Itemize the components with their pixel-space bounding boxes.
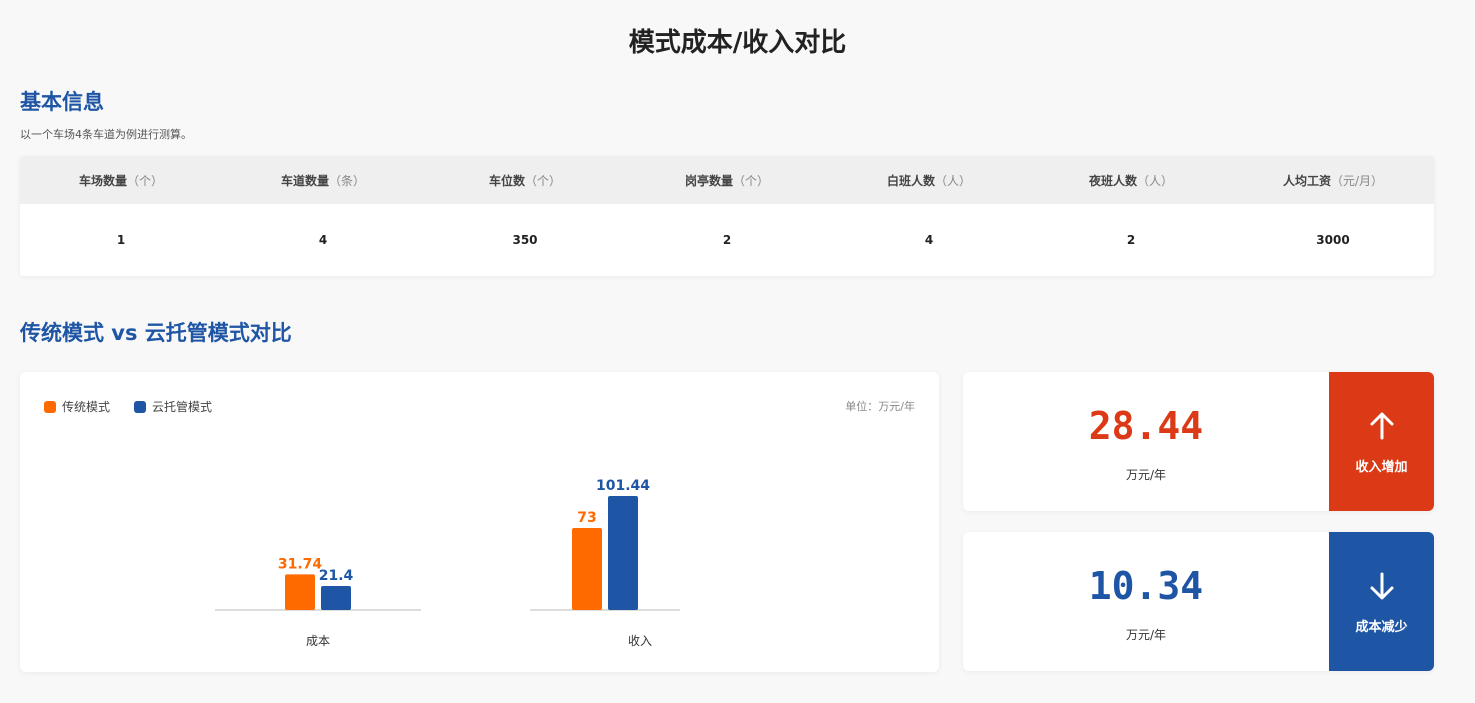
legend-swatch	[134, 400, 147, 413]
category-tick-label: 成本	[306, 634, 330, 648]
basic-info-title: 基本信息	[20, 90, 104, 114]
basic-info-table: 车场数量 （个） 车道数量 （条） 车位数 （个） 岗亭数量 （个） 白班人数 （人） 夜班人数 （人…	[20, 156, 1434, 276]
comparison-bar-chart: 31.7421.4 成本 73101.44 收入	[215, 478, 680, 648]
revenue-increase-value: 28.44	[1088, 404, 1204, 448]
chart-unit-label: 单位：万元/年	[845, 400, 915, 413]
legend-item: 云托管模式	[134, 398, 212, 415]
revenue-increase-label: 收入增加	[1355, 460, 1408, 475]
comparison-chart-card: 31.74 21.4 成本 73 101.44 收入 传统模式 云托管模式 单位：万元/年	[20, 372, 939, 672]
table-header-cell: 白班人数 （人）	[828, 156, 1030, 204]
header-name: 车道数量	[280, 173, 329, 188]
table-cell: 2	[1126, 233, 1136, 247]
cost-decrease-label: 成本减少	[1355, 620, 1408, 635]
table-cell: 350	[512, 233, 538, 247]
category-tick-label: 收入	[628, 634, 652, 648]
table-header-cell: 车位数 （个）	[424, 156, 626, 204]
arrow-down-icon	[1370, 572, 1393, 600]
table-row: 1 4 350 2 4 2 3000	[20, 204, 1434, 276]
header-unit: （个）	[127, 173, 164, 188]
basic-info-note: 以一个车场4条车道为例进行测算。	[20, 128, 192, 141]
revenue-increase-unit: 万元/年	[1125, 468, 1167, 482]
bar-value-label: 21.4	[319, 568, 354, 584]
table-cell: 4	[318, 233, 328, 247]
table-cell: 3000	[1316, 233, 1350, 247]
legend-item: 传统模式	[44, 398, 110, 415]
table-header-cell: 人均工资 （元/月）	[1232, 156, 1434, 204]
table-header-cell: 车道数量 （条）	[222, 156, 424, 204]
table-header-row: 车场数量 （个） 车道数量 （条） 车位数 （个） 岗亭数量 （个） 白班人数 （人） 夜班人数 （人…	[20, 156, 1434, 204]
table-cell: 1	[116, 233, 126, 247]
cost-decrease-value: 10.34	[1088, 564, 1204, 608]
table-header-cell: 岗亭数量 （个）	[626, 156, 828, 204]
table-header-cell: 夜班人数 （人）	[1030, 156, 1232, 204]
header-unit: （个）	[525, 173, 562, 188]
legend-label: 传统模式	[62, 400, 111, 414]
bar	[321, 585, 351, 610]
header-unit: （条）	[329, 173, 366, 188]
page-title: 模式成本/收入对比	[628, 28, 847, 58]
cost-decrease-unit: 万元/年	[1125, 628, 1167, 642]
legend-swatch	[44, 400, 56, 413]
header-name: 夜班人数	[1088, 173, 1137, 188]
header-name: 人均工资	[1282, 173, 1331, 188]
chart-legend: 传统模式 云托管模式	[44, 398, 236, 415]
bar-value-label: 101.44	[596, 478, 650, 494]
header-unit: （人）	[1137, 173, 1174, 188]
revenue-increase-badge: 收入增加	[1329, 372, 1434, 511]
header-unit: （个）	[733, 173, 770, 188]
revenue-increase-card: 28.44 万元/年 收入增加	[963, 372, 1434, 511]
header-unit: （人）	[935, 173, 972, 188]
table-cell: 2	[722, 233, 732, 247]
table-cell: 4	[924, 233, 934, 247]
cost-decrease-badge: 成本减少	[1329, 532, 1434, 671]
bar-value-label: 73	[577, 510, 596, 526]
header-name: 岗亭数量	[684, 173, 733, 188]
bar-value-label: 31.74	[278, 556, 323, 572]
compare-title: 传统模式 vs 云托管模式对比	[20, 321, 292, 345]
header-name: 车位数	[488, 173, 525, 188]
bar	[608, 496, 638, 610]
legend-label: 云托管模式	[152, 400, 213, 414]
bar	[285, 574, 315, 610]
arrow-up-icon	[1370, 412, 1393, 440]
cost-decrease-card: 10.34 万元/年 成本减少	[963, 532, 1434, 671]
header-name: 车场数量	[78, 173, 127, 188]
header-name: 白班人数	[886, 173, 935, 188]
bar	[572, 527, 602, 610]
header-unit: （元/月）	[1330, 173, 1384, 188]
table-header-cell: 车场数量 （个）	[20, 156, 222, 204]
